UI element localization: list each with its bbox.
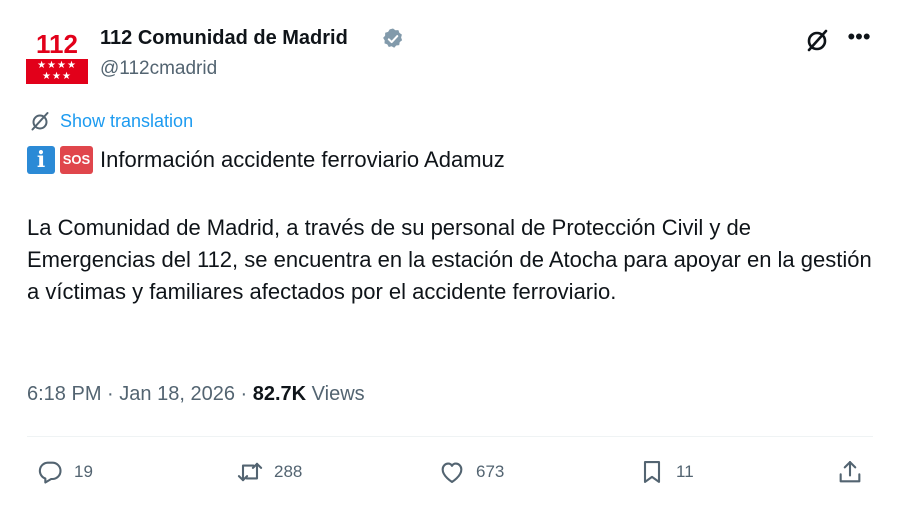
reply-icon <box>38 461 62 484</box>
bookmark-button[interactable]: 11 <box>638 458 708 488</box>
repost-button[interactable]: 288 <box>236 458 326 488</box>
more-icon[interactable]: ••• <box>844 24 874 54</box>
bookmark-icon <box>643 461 661 483</box>
avatar-flag: ★★★★ ★★★ <box>26 59 88 84</box>
post-body: La Comunidad de Madrid, a través de su p… <box>27 215 872 304</box>
information-emoji: i <box>27 146 55 174</box>
like-icon <box>441 462 463 483</box>
avatar-stars-bottom: ★★★ <box>42 71 72 82</box>
sos-emoji: SOS <box>60 146 93 174</box>
reply-count: 19 <box>74 462 93 481</box>
grok-icon[interactable] <box>804 27 830 53</box>
avatar-logo-number: 112 <box>36 29 78 59</box>
like-button[interactable]: 673 <box>438 458 528 488</box>
post-time[interactable]: 6:18 PM <box>27 383 101 405</box>
show-translation-link[interactable]: Show translation <box>60 110 193 132</box>
post-meta: 6:18 PM · Jan 18, 2026 · 82.7K Views <box>27 380 365 408</box>
bookmark-count: 11 <box>676 462 694 481</box>
avatar[interactable]: 112 ★★★★ ★★★ <box>26 30 88 84</box>
post-headline: Información accidente ferroviario Adamuz <box>100 147 505 172</box>
translate-icon <box>31 112 49 131</box>
repost-count: 288 <box>274 462 303 481</box>
verified-badge-icon[interactable] <box>381 27 405 51</box>
repost-icon <box>237 462 263 482</box>
share-icon <box>839 461 861 483</box>
user-handle[interactable]: @112cmadrid <box>100 56 217 82</box>
views-count: 82.7K <box>252 383 307 405</box>
divider <box>27 436 873 437</box>
post-card: 112 ★★★★ ★★★ 112 Comunidad de Madrid @11… <box>0 0 900 505</box>
meta-separator: · <box>240 383 248 405</box>
views-label: Views <box>311 383 365 405</box>
like-count: 673 <box>476 462 505 481</box>
post-date[interactable]: Jan 18, 2026 <box>119 383 235 405</box>
share-button[interactable] <box>836 458 866 488</box>
display-name[interactable]: 112 Comunidad de Madrid <box>100 24 348 52</box>
meta-separator: · <box>107 383 114 405</box>
reply-button[interactable]: 19 <box>36 458 106 488</box>
